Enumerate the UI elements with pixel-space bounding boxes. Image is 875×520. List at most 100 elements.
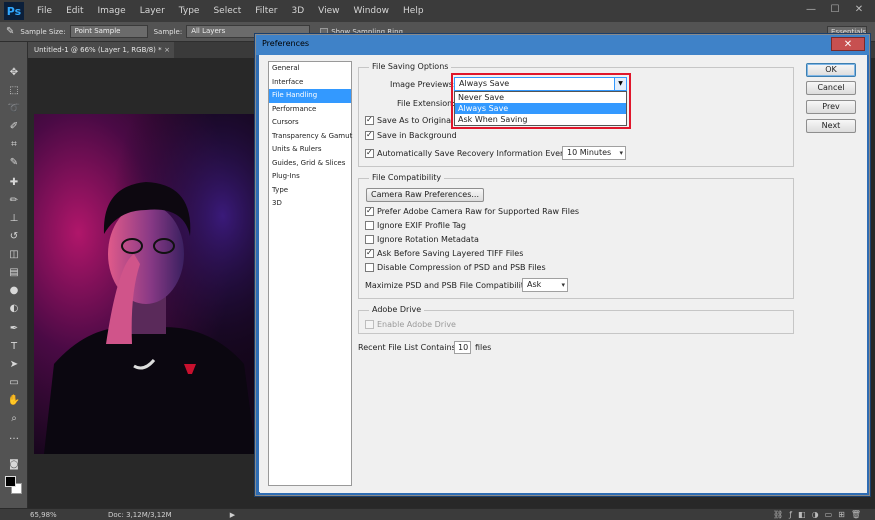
crop-tool-icon[interactable]: ⌗ <box>6 138 22 152</box>
menu-image[interactable]: Image <box>91 0 133 22</box>
category-transparency-gamut[interactable]: Transparency & Gamut <box>269 130 352 144</box>
menu-filter[interactable]: Filter <box>248 0 284 22</box>
menu-window[interactable]: Window <box>347 0 397 22</box>
menu-select[interactable]: Select <box>206 0 248 22</box>
checkbox-box <box>365 221 374 230</box>
maximize-compat-select[interactable]: Ask ▾ <box>522 278 568 292</box>
menu-type[interactable]: Type <box>172 0 207 22</box>
blur-tool-icon[interactable]: ● <box>6 284 22 298</box>
menu-bar: Ps File Edit Image Layer Type Select Fil… <box>0 0 875 22</box>
maximize-button[interactable]: ☐ <box>827 3 843 17</box>
file-extension-label: File Extension: <box>397 99 455 108</box>
category-units-rulers[interactable]: Units & Rulers <box>269 143 351 157</box>
category-general[interactable]: General <box>269 62 351 76</box>
sample-size-select[interactable]: Point Sample <box>69 25 148 38</box>
category-type[interactable]: Type <box>269 184 351 198</box>
eraser-tool-icon[interactable]: ◫ <box>6 248 22 262</box>
prefer-camera-raw-checkbox[interactable]: Prefer Adobe Camera Raw for Supported Ra… <box>365 206 579 217</box>
layer-style-icon[interactable]: ƒ <box>789 510 792 519</box>
menu-3d[interactable]: 3D <box>285 0 312 22</box>
type-tool-icon[interactable]: T <box>6 340 22 354</box>
status-menu-arrow-icon[interactable]: ▶ <box>230 511 235 519</box>
menu-file[interactable]: File <box>30 0 59 22</box>
link-layers-icon[interactable]: ⛓ <box>773 510 783 519</box>
app-close-button[interactable]: ✕ <box>851 3 867 17</box>
menu-help[interactable]: Help <box>396 0 431 22</box>
rectangle-tool-icon[interactable]: ▭ <box>6 376 22 390</box>
gradient-tool-icon[interactable]: ▤ <box>6 266 22 280</box>
document-tab[interactable]: Untitled-1 @ 66% (Layer 1, RGB/8) * × <box>28 42 174 58</box>
enable-adobe-drive-label: Enable Adobe Drive <box>377 320 456 329</box>
adobe-drive-legend: Adobe Drive <box>369 305 425 314</box>
dialog-title: Preferences <box>262 39 310 48</box>
move-tool-icon[interactable]: ✥ <box>6 66 22 80</box>
option-always-save[interactable]: Always Save <box>455 103 626 114</box>
category-list: General Interface File Handling Performa… <box>268 61 352 486</box>
quick-mask-icon[interactable]: ◙ <box>6 458 22 472</box>
hand-tool-icon[interactable]: ✋ <box>6 394 22 408</box>
eyedropper-icon[interactable]: ✎ <box>6 25 14 39</box>
path-select-icon[interactable]: ➤ <box>6 358 22 372</box>
foreground-color-swatch[interactable] <box>5 476 16 487</box>
marquee-tool-icon[interactable]: ⬚ <box>6 84 22 98</box>
option-never-save[interactable]: Never Save <box>455 92 626 103</box>
lasso-tool-icon[interactable]: ➰ <box>6 102 22 116</box>
checkbox-box <box>365 206 374 216</box>
cancel-button[interactable]: Cancel <box>806 81 856 95</box>
menu-layer[interactable]: Layer <box>133 0 172 22</box>
prev-button[interactable]: Prev <box>806 100 856 114</box>
ask-layered-tiff-checkbox[interactable]: Ask Before Saving Layered TIFF Files <box>365 248 523 259</box>
new-layer-icon[interactable]: ⊞ <box>838 510 845 519</box>
ignore-exif-label: Ignore EXIF Profile Tag <box>377 221 466 230</box>
brush-tool-icon[interactable]: ✏ <box>6 194 22 208</box>
disable-compression-checkbox[interactable]: Disable Compression of PSD and PSB Files <box>365 262 546 273</box>
zoom-level[interactable]: 65,98% <box>30 511 64 519</box>
history-brush-icon[interactable]: ↺ <box>6 230 22 244</box>
category-file-handling[interactable]: File Handling <box>269 89 351 103</box>
pen-tool-icon[interactable]: ✒ <box>6 322 22 336</box>
clone-stamp-icon[interactable]: ⊥ <box>6 212 22 226</box>
adjustment-layer-icon[interactable]: ◑ <box>812 510 819 519</box>
minimize-button[interactable]: — <box>803 3 819 17</box>
layer-mask-icon[interactable]: ◧ <box>798 510 806 519</box>
image-previews-select[interactable]: Always Save ▼ <box>454 77 627 91</box>
extra-tools-icon[interactable]: … <box>6 430 22 444</box>
eyedropper-tool-icon[interactable]: ✎ <box>6 156 22 170</box>
close-tab-icon[interactable]: × <box>164 42 170 58</box>
menu-edit[interactable]: Edit <box>59 0 90 22</box>
dialog-close-button[interactable]: ✕ <box>831 37 865 51</box>
menu-view[interactable]: View <box>311 0 346 22</box>
save-in-background-label: Save in Background <box>377 131 457 140</box>
quick-select-tool-icon[interactable]: ✐ <box>6 120 22 134</box>
ok-button[interactable]: OK <box>806 63 856 77</box>
new-group-icon[interactable]: ▭ <box>825 510 833 519</box>
category-performance[interactable]: Performance <box>269 103 351 117</box>
auto-save-recovery-checkbox[interactable]: Automatically Save Recovery Information … <box>365 148 570 159</box>
zoom-tool-icon[interactable]: ⌕ <box>6 412 22 426</box>
category-interface[interactable]: Interface <box>269 76 351 90</box>
category-3d[interactable]: 3D <box>269 197 351 211</box>
delete-layer-icon[interactable]: 🗑 <box>851 510 861 519</box>
status-bar: 65,98% Doc: 3,12M/3,12M ▶ ⛓ ƒ ◧ ◑ ▭ ⊞ 🗑 <box>0 508 875 520</box>
save-as-original-label: Save As to Original F <box>377 116 461 125</box>
dodge-tool-icon[interactable]: ◐ <box>6 302 22 316</box>
recovery-interval-select[interactable]: 10 Minutes ▾ <box>562 146 626 160</box>
ignore-exif-checkbox[interactable]: Ignore EXIF Profile Tag <box>365 220 466 231</box>
checkbox-box <box>365 235 374 244</box>
category-guides-grid-slices[interactable]: Guides, Grid & Slices <box>269 157 351 171</box>
category-cursors[interactable]: Cursors <box>269 116 351 130</box>
camera-raw-preferences-button[interactable]: Camera Raw Preferences... <box>366 188 484 202</box>
tools-panel: ✥ ⬚ ➰ ✐ ⌗ ✎ ✚ ✏ ⊥ ↺ ◫ ▤ ● ◐ ✒ T ➤ ▭ ✋ ⌕ … <box>0 42 28 508</box>
next-button[interactable]: Next <box>806 119 856 133</box>
option-ask-when-saving[interactable]: Ask When Saving <box>455 114 626 125</box>
save-in-background-checkbox[interactable]: Save in Background <box>365 130 457 141</box>
category-plug-ins[interactable]: Plug-Ins <box>269 170 351 184</box>
ignore-rotation-checkbox[interactable]: Ignore Rotation Metadata <box>365 234 479 245</box>
chevron-down-icon[interactable]: ▼ <box>614 78 626 90</box>
save-as-original-checkbox[interactable]: Save As to Original F <box>365 115 460 126</box>
enable-adobe-drive-checkbox[interactable]: Enable Adobe Drive <box>365 319 456 330</box>
sample-size-label: Sample Size: <box>20 27 66 36</box>
healing-brush-icon[interactable]: ✚ <box>6 176 22 190</box>
recent-file-count-input[interactable]: 10 <box>454 341 471 354</box>
dialog-titlebar[interactable]: Preferences ✕ <box>256 35 869 55</box>
